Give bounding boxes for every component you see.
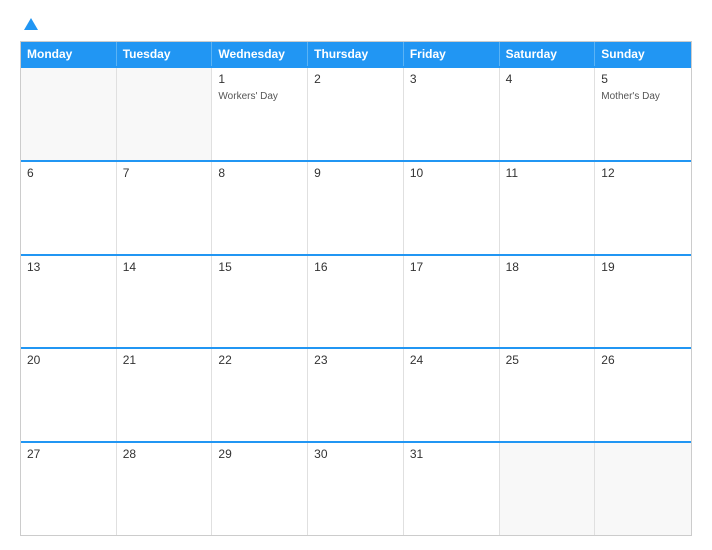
calendar-header-cell: Sunday	[595, 42, 691, 66]
calendar-day-cell: 25	[500, 349, 596, 441]
calendar-header-cell: Saturday	[500, 42, 596, 66]
day-number: 1	[218, 72, 301, 86]
calendar-day-cell: 26	[595, 349, 691, 441]
day-number: 11	[506, 166, 589, 180]
calendar-day-cell: 18	[500, 256, 596, 348]
calendar-header-cell: Thursday	[308, 42, 404, 66]
day-number: 17	[410, 260, 493, 274]
calendar-day-cell: 30	[308, 443, 404, 535]
calendar-day-cell: 6	[21, 162, 117, 254]
page: MondayTuesdayWednesdayThursdayFridaySatu…	[0, 0, 712, 550]
calendar-day-cell: 2	[308, 68, 404, 160]
calendar-day-cell: 4	[500, 68, 596, 160]
calendar-week: 20 21 22 23 24 25 26	[21, 347, 691, 441]
day-number: 2	[314, 72, 397, 86]
calendar-day-cell: 9	[308, 162, 404, 254]
day-number: 14	[123, 260, 206, 274]
calendar-day-cell: 24	[404, 349, 500, 441]
day-number: 16	[314, 260, 397, 274]
day-number: 24	[410, 353, 493, 367]
logo	[20, 18, 38, 31]
calendar-week: 27 28 29 30 31	[21, 441, 691, 535]
day-number: 27	[27, 447, 110, 461]
calendar-day-cell: 5 Mother's Day	[595, 68, 691, 160]
calendar-day-cell: 3	[404, 68, 500, 160]
calendar-day-cell: 27	[21, 443, 117, 535]
calendar-day-cell: 7	[117, 162, 213, 254]
day-event: Mother's Day	[601, 90, 685, 103]
day-number: 12	[601, 166, 685, 180]
calendar-header-cell: Friday	[404, 42, 500, 66]
day-number: 15	[218, 260, 301, 274]
logo-triangle-icon	[24, 18, 38, 30]
calendar-day-cell: 10	[404, 162, 500, 254]
calendar-day-cell: 29	[212, 443, 308, 535]
day-number: 7	[123, 166, 206, 180]
day-number: 3	[410, 72, 493, 86]
calendar-header-row: MondayTuesdayWednesdayThursdayFridaySatu…	[21, 42, 691, 66]
day-number: 9	[314, 166, 397, 180]
day-event: Workers' Day	[218, 90, 301, 103]
day-number: 6	[27, 166, 110, 180]
logo-blue-text	[20, 18, 38, 31]
day-number: 21	[123, 353, 206, 367]
calendar-day-cell: 20	[21, 349, 117, 441]
day-number: 19	[601, 260, 685, 274]
calendar-week: 13 14 15 16 17 18 19	[21, 254, 691, 348]
calendar-day-cell	[117, 68, 213, 160]
day-number: 26	[601, 353, 685, 367]
calendar-day-cell	[21, 68, 117, 160]
calendar-day-cell: 8	[212, 162, 308, 254]
calendar-day-cell: 31	[404, 443, 500, 535]
calendar-week: 1 Workers' Day 2345 Mother's Day	[21, 66, 691, 160]
calendar-day-cell	[500, 443, 596, 535]
calendar-day-cell: 28	[117, 443, 213, 535]
calendar-day-cell: 23	[308, 349, 404, 441]
calendar-day-cell: 22	[212, 349, 308, 441]
calendar-day-cell: 21	[117, 349, 213, 441]
day-number: 29	[218, 447, 301, 461]
calendar-day-cell: 11	[500, 162, 596, 254]
day-number: 20	[27, 353, 110, 367]
day-number: 5	[601, 72, 685, 86]
calendar-day-cell: 12	[595, 162, 691, 254]
day-number: 28	[123, 447, 206, 461]
day-number: 31	[410, 447, 493, 461]
day-number: 30	[314, 447, 397, 461]
day-number: 25	[506, 353, 589, 367]
header	[20, 18, 692, 31]
day-number: 8	[218, 166, 301, 180]
day-number: 4	[506, 72, 589, 86]
calendar-day-cell: 14	[117, 256, 213, 348]
calendar: MondayTuesdayWednesdayThursdayFridaySatu…	[20, 41, 692, 536]
calendar-header-cell: Tuesday	[117, 42, 213, 66]
calendar-body: 1Workers' Day2345Mother's Day67891011121…	[21, 66, 691, 535]
calendar-day-cell: 13	[21, 256, 117, 348]
calendar-header-cell: Monday	[21, 42, 117, 66]
calendar-header-cell: Wednesday	[212, 42, 308, 66]
calendar-day-cell: 17	[404, 256, 500, 348]
day-number: 23	[314, 353, 397, 367]
calendar-day-cell: 1 Workers' Day	[212, 68, 308, 160]
day-number: 18	[506, 260, 589, 274]
calendar-day-cell: 16	[308, 256, 404, 348]
calendar-day-cell: 19	[595, 256, 691, 348]
calendar-day-cell: 15	[212, 256, 308, 348]
calendar-day-cell	[595, 443, 691, 535]
day-number: 10	[410, 166, 493, 180]
day-number: 13	[27, 260, 110, 274]
day-number: 22	[218, 353, 301, 367]
calendar-week: 6789 10 11 12	[21, 160, 691, 254]
